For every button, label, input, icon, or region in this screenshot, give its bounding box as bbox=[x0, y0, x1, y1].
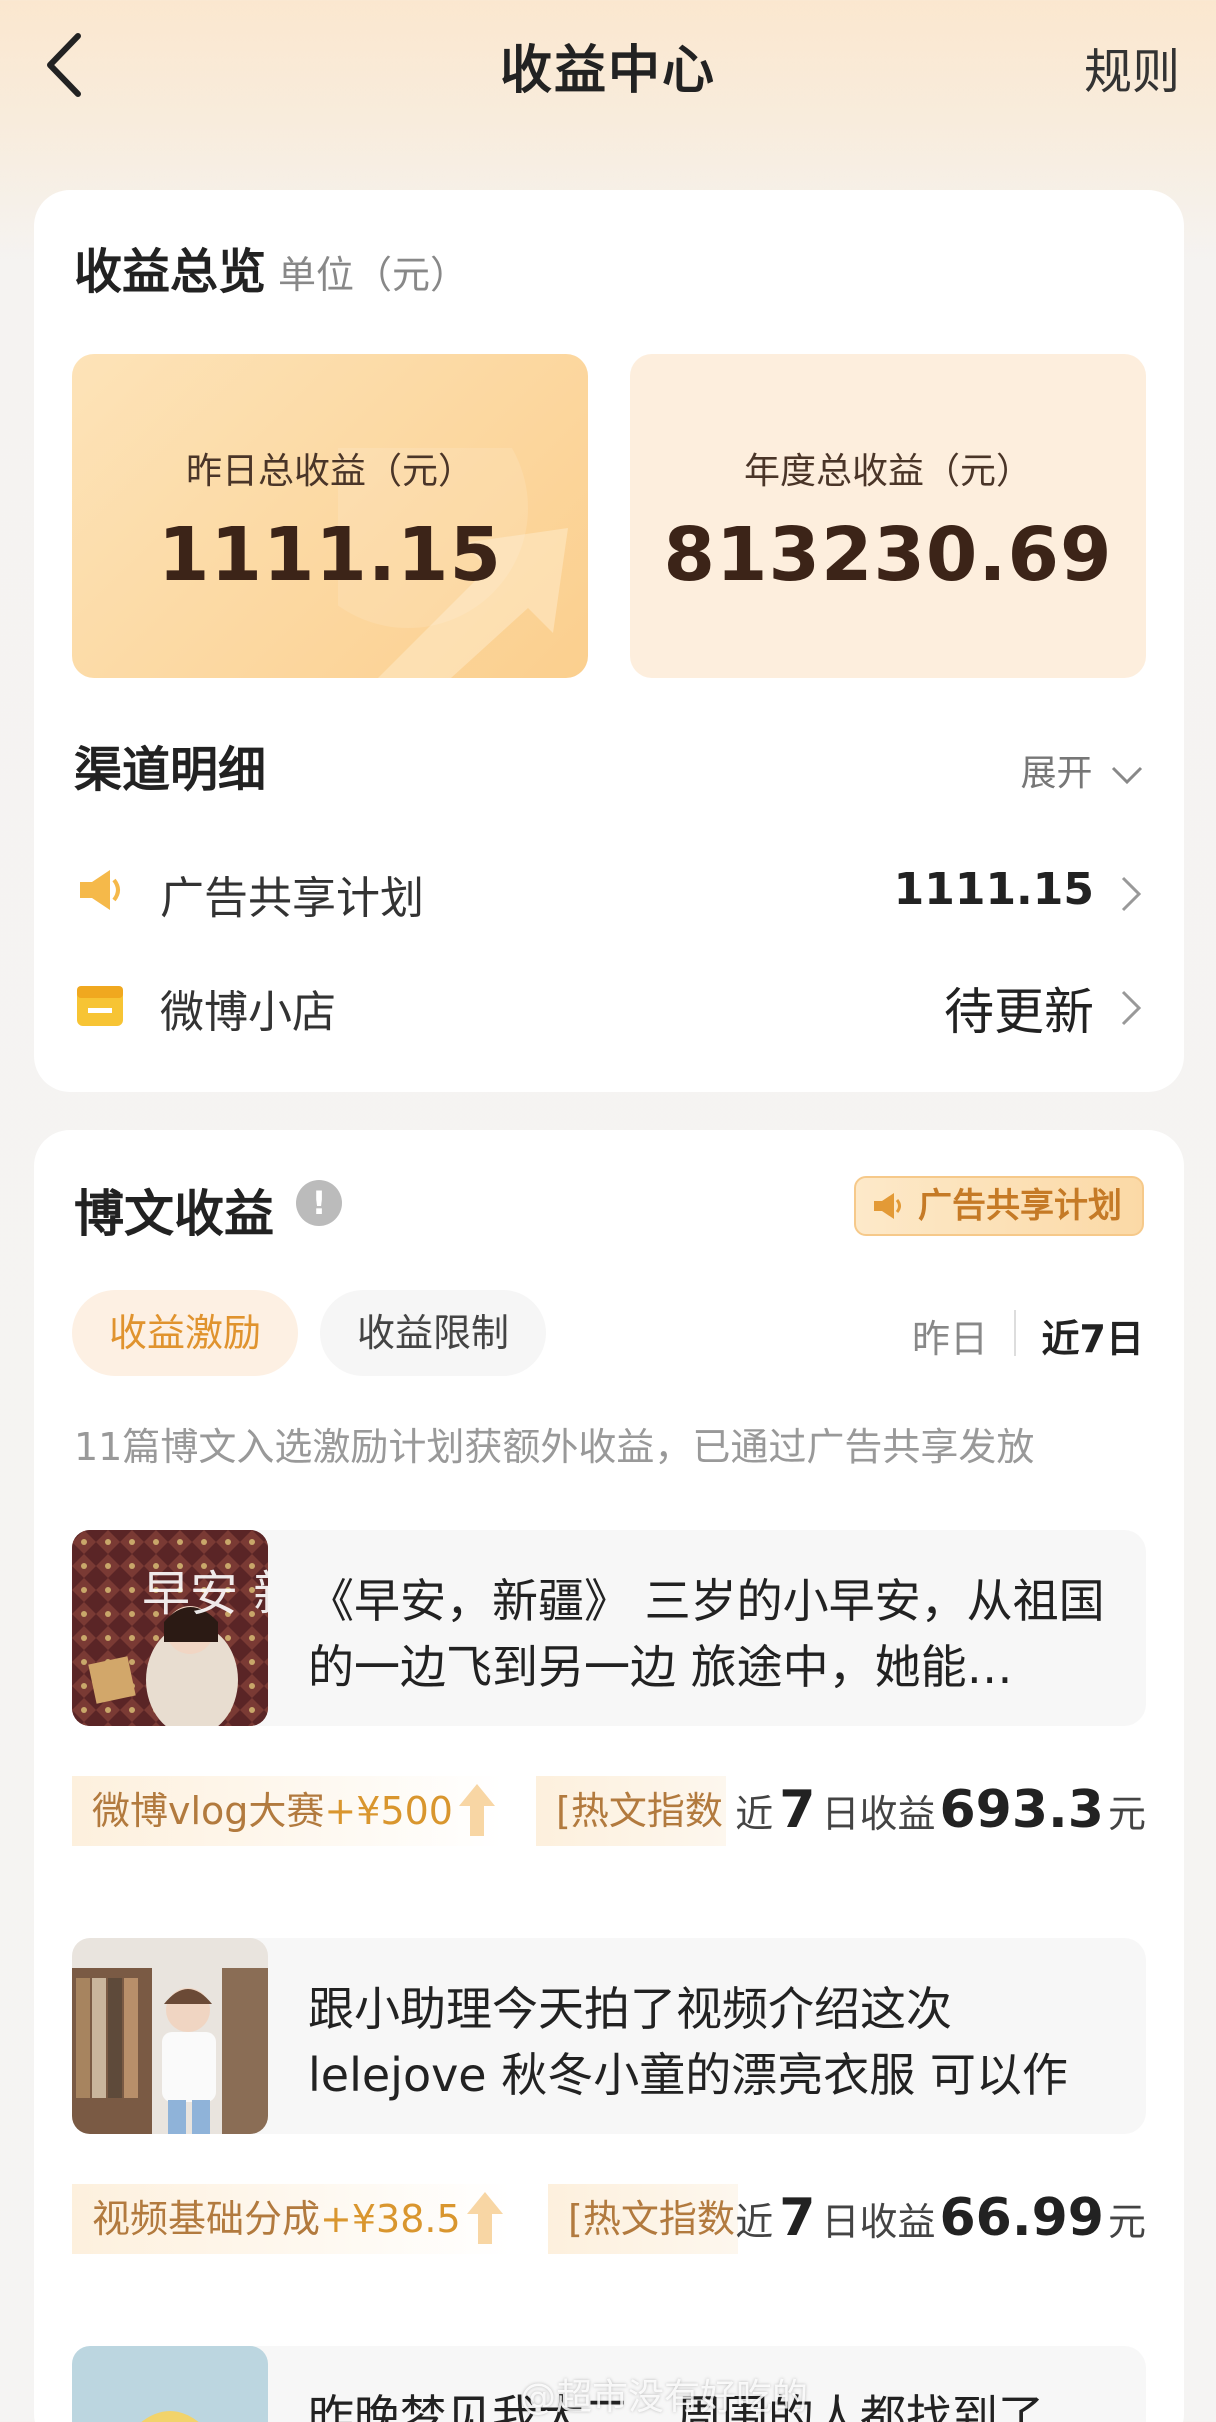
earn-days: 7 bbox=[779, 1780, 816, 1840]
channel-amount: 1111.15 bbox=[893, 864, 1094, 915]
info-icon[interactable]: ! bbox=[296, 1180, 342, 1226]
post-item[interactable]: 早安 新疆 《早安，新疆》 三岁的小早安，从祖国的一边飞到另一边 旅途中，她能… bbox=[72, 1530, 1146, 1726]
megaphone-icon bbox=[874, 1193, 901, 1219]
megaphone-icon bbox=[80, 870, 120, 910]
ad-share-badge-label: 广告共享计划 bbox=[918, 1186, 1122, 1226]
overview-card: 收益总览 单位（元） 昨日总收益（元） 1111.15 年度总收益（元） 8132… bbox=[34, 190, 1184, 1092]
hot-index-tag[interactable]: [热文指数 bbox=[548, 2184, 738, 2254]
channel-row-ad-share[interactable]: 广告共享计划 1111.15 bbox=[74, 852, 1144, 932]
expand-label: 展开 bbox=[1020, 753, 1093, 794]
post-earnings: 近 7 日收益66.99 元 bbox=[735, 2188, 1146, 2248]
earn-mid: 日收益 bbox=[821, 2200, 936, 2244]
overview-unit: 单位（元） bbox=[278, 253, 469, 297]
channel-name: 微博小店 bbox=[160, 987, 336, 1038]
page-title: 收益中心 bbox=[499, 41, 716, 101]
post-reward-row: 视频基础分成+¥38.5 [热文指数 近 7 日收益66.99 元 bbox=[72, 2184, 1146, 2254]
range-7-days[interactable]: 近7日 bbox=[1042, 1308, 1144, 1363]
incentive-note: 11篇博文入选激励计划获额外收益，已通过广告共享发放 bbox=[74, 1425, 1035, 1469]
reward-tag-bonus: +¥38.5 bbox=[320, 2197, 461, 2241]
annual-earnings-value: 813230.69 bbox=[663, 512, 1113, 598]
post-text: 跟小助理今天拍了视频介绍这次lelejove 秋冬小童的漂亮衣服 可以作为… bbox=[308, 1982, 1068, 2102]
post-reward-row: 微博vlog大赛+¥500 [热文指数 近 7 日收益693.3 元 bbox=[72, 1776, 1146, 1846]
earn-unit: 元 bbox=[1107, 1792, 1146, 1836]
ad-share-badge[interactable]: 广告共享计划 bbox=[854, 1176, 1144, 1236]
rules-link[interactable]: 规则 bbox=[1084, 32, 1180, 102]
tab-restriction[interactable]: 收益限制 bbox=[320, 1290, 546, 1376]
chevron-down-icon bbox=[1111, 766, 1143, 785]
reward-tag-name: 视频基础分成 bbox=[92, 2197, 321, 2241]
earn-value: 693.3 bbox=[939, 1780, 1104, 1840]
range-divider bbox=[1014, 1310, 1016, 1356]
chevron-right-icon bbox=[1121, 876, 1142, 912]
up-arrow-icon bbox=[458, 1784, 495, 1836]
reward-tag[interactable]: 微博vlog大赛+¥500 bbox=[72, 1776, 503, 1846]
post-thumbnail bbox=[72, 1938, 268, 2134]
yesterday-earnings-tile[interactable]: 昨日总收益（元） 1111.15 bbox=[72, 354, 588, 678]
earn-prefix: 近 bbox=[735, 1792, 774, 1836]
earn-mid: 日收益 bbox=[821, 1792, 936, 1836]
channel-detail-title: 渠道明细 bbox=[74, 742, 267, 798]
overview-heading: 收益总览 单位（元） bbox=[74, 232, 468, 302]
channel-name: 广告共享计划 bbox=[160, 873, 424, 924]
annual-earnings-label: 年度总收益（元） bbox=[743, 451, 1032, 492]
up-arrow-icon bbox=[466, 2192, 503, 2244]
expand-toggle[interactable]: 展开 bbox=[1021, 744, 1144, 796]
reward-tag-bonus: +¥500 bbox=[324, 1789, 453, 1833]
reward-tag-name: 微博vlog大赛 bbox=[92, 1789, 325, 1833]
post-earnings-card: 博文收益 ! 广告共享计划 收益激励 收益限制 昨日 近7日 11篇博文入选激励… bbox=[34, 1130, 1184, 2422]
post-earnings: 近 7 日收益693.3 元 bbox=[735, 1780, 1146, 1840]
earn-days: 7 bbox=[779, 2188, 816, 2248]
top-nav: 收益中心 规则 bbox=[0, 0, 1216, 130]
yesterday-earnings-value: 1111.15 bbox=[157, 512, 503, 598]
shop-icon bbox=[77, 986, 123, 1026]
post-thumbnail: 早安 新疆 bbox=[72, 1530, 268, 1726]
post-thumbnail bbox=[72, 2346, 268, 2422]
post-item[interactable]: 跟小助理今天拍了视频介绍这次lelejove 秋冬小童的漂亮衣服 可以作为… bbox=[72, 1938, 1146, 2134]
tab-incentive[interactable]: 收益激励 bbox=[72, 1290, 298, 1376]
post-text: 《早安，新疆》 三岁的小早安，从祖国的一边飞到另一边 旅途中，她能… bbox=[308, 1574, 1105, 1694]
channel-amount: 待更新 bbox=[944, 983, 1094, 1041]
annual-earnings-tile[interactable]: 年度总收益（元） 813230.69 bbox=[630, 354, 1146, 678]
reward-tag[interactable]: 视频基础分成+¥38.5 bbox=[72, 2184, 511, 2254]
overview-title: 收益总览 bbox=[74, 244, 267, 300]
thumb-caption: 早安 新疆 bbox=[142, 1566, 268, 1622]
earn-unit: 元 bbox=[1107, 2200, 1146, 2244]
channel-row-weibo-shop[interactable]: 微博小店 待更新 bbox=[74, 966, 1144, 1046]
earn-prefix: 近 bbox=[735, 2200, 774, 2244]
range-yesterday[interactable]: 昨日 bbox=[912, 1308, 988, 1363]
post-earnings-title: 博文收益 bbox=[74, 1185, 274, 1243]
earn-value: 66.99 bbox=[939, 2188, 1104, 2248]
hot-index-tag[interactable]: [热文指数 bbox=[536, 1776, 726, 1846]
watermark: @超市没有好吃的 bbox=[520, 2377, 809, 2418]
yesterday-earnings-label: 昨日总收益（元） bbox=[185, 451, 474, 492]
chevron-right-icon bbox=[1121, 990, 1142, 1026]
